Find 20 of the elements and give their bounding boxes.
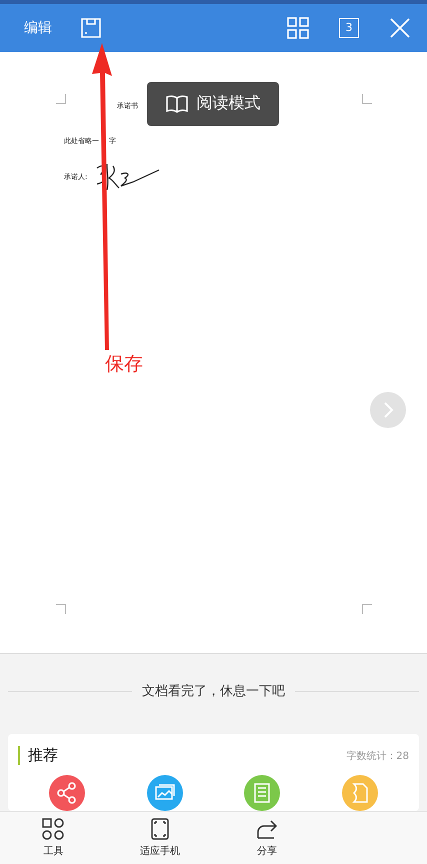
document-icon[interactable] <box>244 775 280 812</box>
annotation-label: 保存 <box>105 352 143 377</box>
book-icon <box>166 94 188 113</box>
share-icon <box>256 818 278 840</box>
frame-icon <box>149 818 172 840</box>
toolbar-button[interactable]: 适应手机 <box>106 812 214 864</box>
close-icon[interactable] <box>389 16 411 39</box>
word-count: 字数统计：28 <box>346 750 409 763</box>
recommend-title: 推荐 <box>18 746 58 766</box>
end-notice: 文档看完了，休息一下吧 <box>142 683 285 700</box>
reading-mode-button[interactable]: 阅读模式 <box>147 82 279 126</box>
page-count-button[interactable]: 3 <box>339 18 359 38</box>
toolbar-button[interactable]: 工具 <box>0 812 107 864</box>
toolbar-button[interactable]: 分享 <box>214 812 320 864</box>
edit-button[interactable]: 编辑 <box>24 18 52 37</box>
share-icon[interactable] <box>48 775 85 812</box>
image-icon[interactable] <box>146 775 183 812</box>
save-icon[interactable] <box>80 16 102 39</box>
grid-icon[interactable] <box>287 16 309 39</box>
grid-icon <box>42 818 64 840</box>
